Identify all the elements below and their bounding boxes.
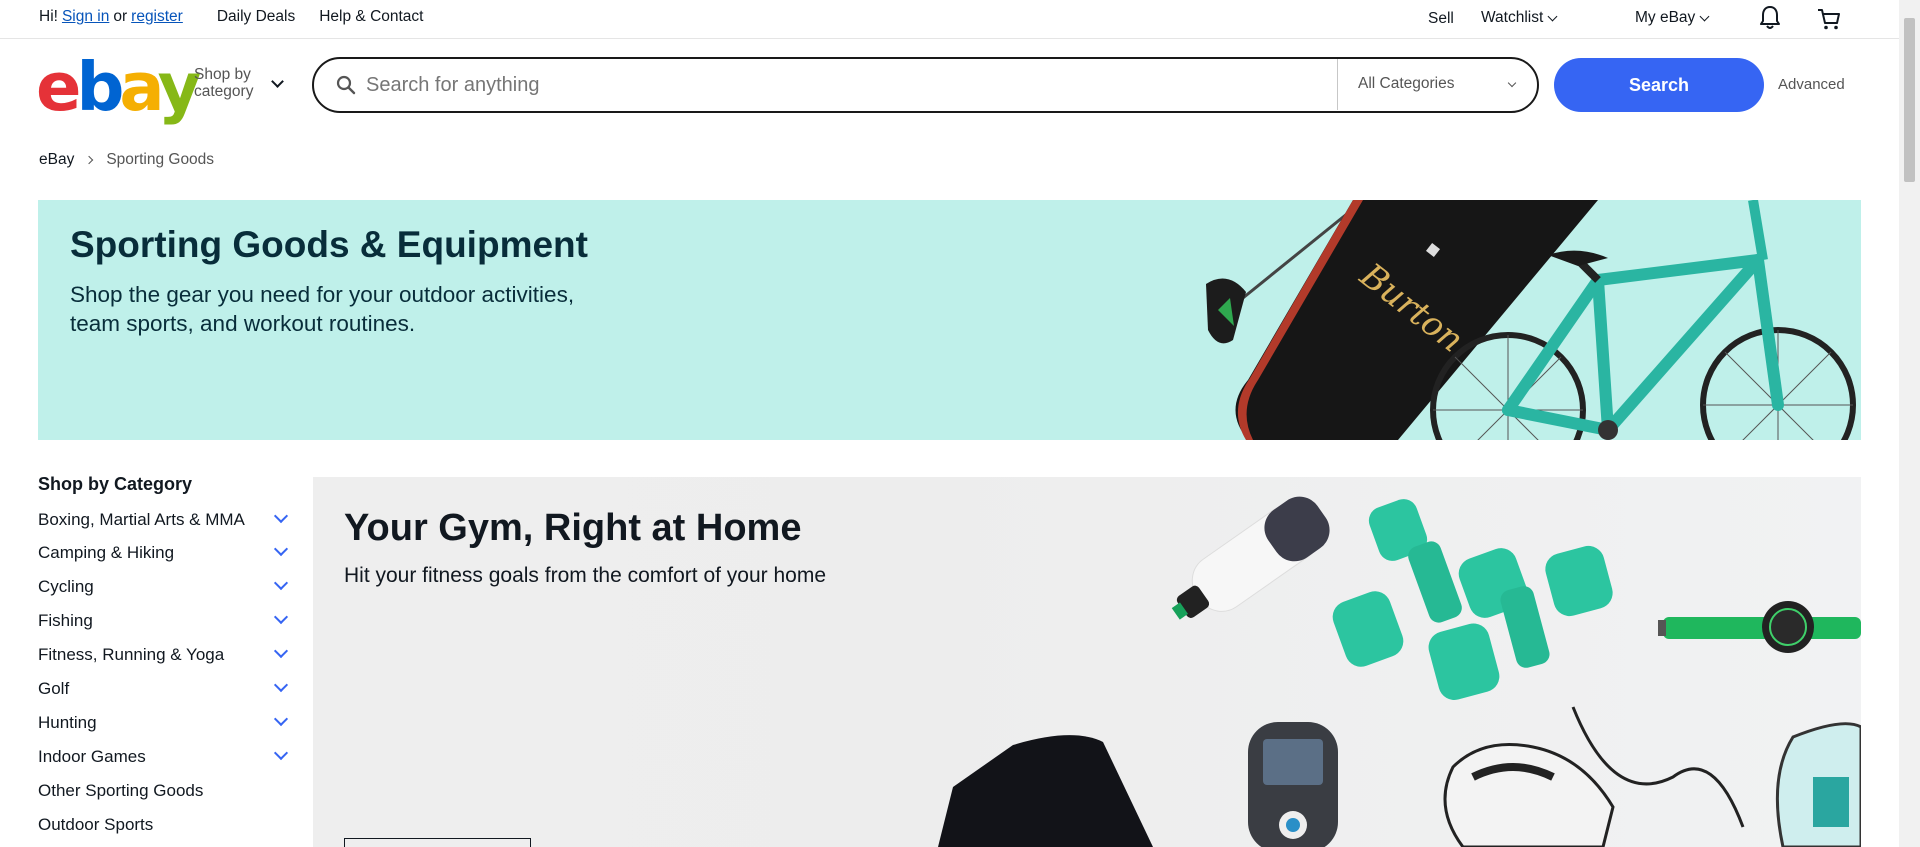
hero-subtitle: Shop the gear you need for your outdoor … bbox=[70, 282, 575, 336]
breadcrumb-current: Sporting Goods bbox=[106, 151, 215, 168]
watchlist-label: Watchlist bbox=[1481, 9, 1544, 26]
breadcrumb-ebay[interactable]: eBay bbox=[39, 151, 74, 169]
sell-label: Sell bbox=[1428, 10, 1454, 27]
sidebar-item-outdoor[interactable]: Outdoor Sports bbox=[38, 814, 298, 835]
sidebar-item-label: Golf bbox=[38, 679, 70, 698]
sidebar-item-label: Indoor Games bbox=[38, 747, 146, 766]
advanced-search-link[interactable]: Advanced bbox=[1778, 76, 1845, 93]
hero-title: Sporting Goods & Equipment bbox=[70, 224, 588, 265]
chevron-down-icon[interactable] bbox=[271, 75, 284, 88]
search-icon bbox=[336, 75, 356, 95]
register-link[interactable]: register bbox=[131, 8, 183, 26]
hero-banner[interactable]: Sporting Goods & Equipment Shop the gear… bbox=[38, 200, 1861, 440]
scrollbar-thumb[interactable] bbox=[1904, 18, 1915, 182]
shop-by-line1: Shop by bbox=[194, 66, 251, 83]
or-text: or bbox=[113, 8, 128, 25]
chevron-down-icon[interactable] bbox=[273, 711, 289, 727]
chevron-down-icon[interactable] bbox=[273, 508, 289, 524]
dumbbells bbox=[1332, 499, 1613, 700]
daily-deals-link[interactable]: Daily Deals bbox=[217, 8, 295, 26]
smartwatch bbox=[1658, 601, 1861, 653]
help-contact-link[interactable]: Help & Contact bbox=[319, 8, 423, 26]
logo-letter: b bbox=[76, 48, 124, 126]
sidebar-item-fishing[interactable]: Fishing bbox=[38, 609, 298, 631]
chevron-down-icon bbox=[1507, 78, 1517, 88]
sidebar-item-hunting[interactable]: Hunting bbox=[38, 711, 298, 733]
greeting-text: Hi! bbox=[39, 8, 58, 25]
sidebar-item-golf[interactable]: Golf bbox=[38, 677, 298, 699]
sneakers bbox=[1443, 706, 1861, 847]
chevron-down-icon[interactable] bbox=[273, 575, 289, 591]
chevron-down-icon[interactable] bbox=[273, 643, 289, 659]
shop-by-line2: category bbox=[194, 83, 254, 100]
sidebar-item-label: Fishing bbox=[38, 611, 93, 630]
sidebar-item-label: Camping & Hiking bbox=[38, 543, 175, 562]
sell-link[interactable]: Sell bbox=[1428, 10, 1454, 28]
sidebar-item-boxing[interactable]: Boxing, Martial Arts & MMA bbox=[38, 508, 298, 530]
watchlist-dropdown[interactable]: Watchlist bbox=[1481, 9, 1558, 27]
sidebar-item-label: Fitness, Running & Yoga bbox=[38, 645, 225, 664]
promo-subtitle: Hit your fitness goals from the comfort … bbox=[344, 564, 827, 587]
sidebar-item-other[interactable]: Other Sporting Goods bbox=[38, 780, 298, 801]
cart-icon[interactable] bbox=[1816, 6, 1842, 37]
sidebar-item-camping[interactable]: Camping & Hiking bbox=[38, 541, 298, 563]
logo-letter: a bbox=[119, 48, 162, 126]
logo-letter: e bbox=[36, 48, 82, 126]
sidebar-heading: Shop by Category bbox=[38, 474, 193, 494]
sidebar-item-label: Boxing, Martial Arts & MMA bbox=[38, 510, 245, 529]
water-bottle bbox=[1171, 496, 1330, 620]
top-nav-left: Hi! Sign in or register Daily Deals Help… bbox=[39, 8, 423, 26]
fitness-tracker bbox=[1248, 722, 1338, 847]
sidebar-item-label: Outdoor Sports bbox=[38, 815, 154, 834]
chevron-down-icon[interactable] bbox=[273, 609, 289, 625]
chevron-down-icon[interactable] bbox=[273, 677, 289, 693]
search-input[interactable] bbox=[366, 67, 1326, 103]
search-divider bbox=[1337, 59, 1338, 110]
breadcrumb: eBay Sporting Goods bbox=[39, 151, 214, 169]
workout-shorts bbox=[938, 735, 1153, 847]
sidebar-item-cycling[interactable]: Cycling bbox=[38, 575, 298, 597]
search-bar: All Categories bbox=[312, 57, 1539, 113]
logo-letter: y bbox=[157, 48, 202, 126]
promo-cta-button[interactable] bbox=[344, 838, 531, 847]
sign-in-link[interactable]: Sign in bbox=[62, 8, 109, 26]
my-ebay-label: My eBay bbox=[1635, 9, 1696, 26]
sidebar-item-fitness[interactable]: Fitness, Running & Yoga bbox=[38, 643, 298, 665]
bell-icon[interactable] bbox=[1758, 5, 1782, 36]
chevron-right-icon bbox=[85, 155, 94, 165]
sidebar-item-label: Cycling bbox=[38, 577, 94, 596]
top-navigation-bar: Hi! Sign in or register Daily Deals Help… bbox=[0, 0, 1899, 39]
promo-title: Your Gym, Right at Home bbox=[344, 507, 802, 549]
sidebar-item-indoor-games[interactable]: Indoor Games bbox=[38, 745, 298, 767]
hero-equipment-image: Burton bbox=[1206, 200, 1856, 440]
chevron-down-icon[interactable] bbox=[273, 541, 289, 557]
home-gym-promo[interactable]: Your Gym, Right at Home Hit your fitness… bbox=[313, 477, 1861, 847]
category-sidebar: Shop by Category Boxing, Martial Arts & … bbox=[38, 474, 298, 835]
shop-by-category-button[interactable]: Shop by category bbox=[194, 66, 253, 100]
chevron-down-icon bbox=[1547, 11, 1558, 21]
sidebar-item-label: Hunting bbox=[38, 713, 97, 732]
search-button[interactable]: Search bbox=[1554, 58, 1764, 112]
ebay-logo[interactable]: ebay bbox=[36, 54, 201, 121]
chevron-down-icon[interactable] bbox=[273, 745, 289, 761]
sidebar-item-label: Other Sporting Goods bbox=[38, 781, 204, 800]
category-select[interactable]: All Categories bbox=[1358, 75, 1455, 93]
page-scrollbar[interactable] bbox=[1899, 0, 1920, 847]
chevron-down-icon bbox=[1699, 11, 1710, 21]
my-ebay-dropdown[interactable]: My eBay bbox=[1635, 9, 1710, 27]
